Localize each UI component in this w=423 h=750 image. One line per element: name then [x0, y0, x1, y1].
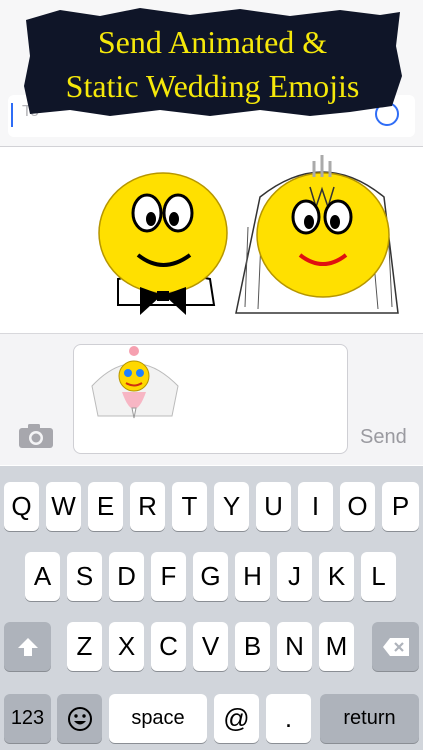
key-c[interactable]: C: [151, 622, 186, 671]
camera-icon[interactable]: [18, 423, 54, 449]
key-s[interactable]: S: [67, 552, 102, 601]
wedding-emojis-image: [98, 155, 399, 315]
delete-key[interactable]: [372, 622, 419, 671]
key-i[interactable]: I: [298, 482, 333, 531]
groom-emoji-icon: [98, 172, 228, 315]
numbers-key[interactable]: 123: [4, 694, 51, 743]
key-r[interactable]: R: [130, 482, 165, 531]
delete-icon: [382, 637, 409, 656]
key-n[interactable]: N: [277, 622, 312, 671]
key-o[interactable]: O: [340, 482, 375, 531]
key-e[interactable]: E: [88, 482, 123, 531]
key-d[interactable]: D: [109, 552, 144, 601]
return-key[interactable]: return: [320, 694, 419, 743]
emoji-preview-area: [0, 147, 423, 334]
key-m[interactable]: M: [319, 622, 354, 671]
key-u[interactable]: U: [256, 482, 291, 531]
emoji-icon: [67, 706, 92, 731]
banner-line-2: Static Wedding Emojis: [65, 68, 360, 104]
emoji-key[interactable]: [57, 694, 102, 743]
key-z[interactable]: Z: [67, 622, 102, 671]
key-x[interactable]: X: [109, 622, 144, 671]
key-p[interactable]: P: [382, 482, 419, 531]
promo-banner: Send Animated & Static Wedding Emojis: [20, 6, 405, 118]
key-q[interactable]: Q: [4, 482, 39, 531]
at-key[interactable]: @: [214, 694, 259, 743]
text-caret: [11, 103, 13, 127]
bride-sticker-thumbnail[interactable]: [82, 346, 186, 428]
banner-line-1: Send Animated &: [97, 24, 328, 60]
period-key[interactable]: .: [266, 694, 311, 743]
key-f[interactable]: F: [151, 552, 186, 601]
shift-icon: [17, 637, 38, 656]
key-w[interactable]: W: [46, 482, 81, 531]
key-l[interactable]: L: [361, 552, 396, 601]
key-k[interactable]: K: [319, 552, 354, 601]
key-b[interactable]: B: [235, 622, 270, 671]
send-button[interactable]: Send: [360, 426, 407, 449]
shift-key[interactable]: [4, 622, 51, 671]
key-v[interactable]: V: [193, 622, 228, 671]
keyboard: Q W E R T Y U I O P A S D F G H J K L Z …: [0, 466, 423, 750]
key-j[interactable]: J: [277, 552, 312, 601]
space-key[interactable]: space: [109, 694, 207, 743]
key-y[interactable]: Y: [214, 482, 249, 531]
key-a[interactable]: A: [25, 552, 60, 601]
key-t[interactable]: T: [172, 482, 207, 531]
key-g[interactable]: G: [193, 552, 228, 601]
bride-emoji-icon: [235, 155, 399, 314]
key-h[interactable]: H: [235, 552, 270, 601]
